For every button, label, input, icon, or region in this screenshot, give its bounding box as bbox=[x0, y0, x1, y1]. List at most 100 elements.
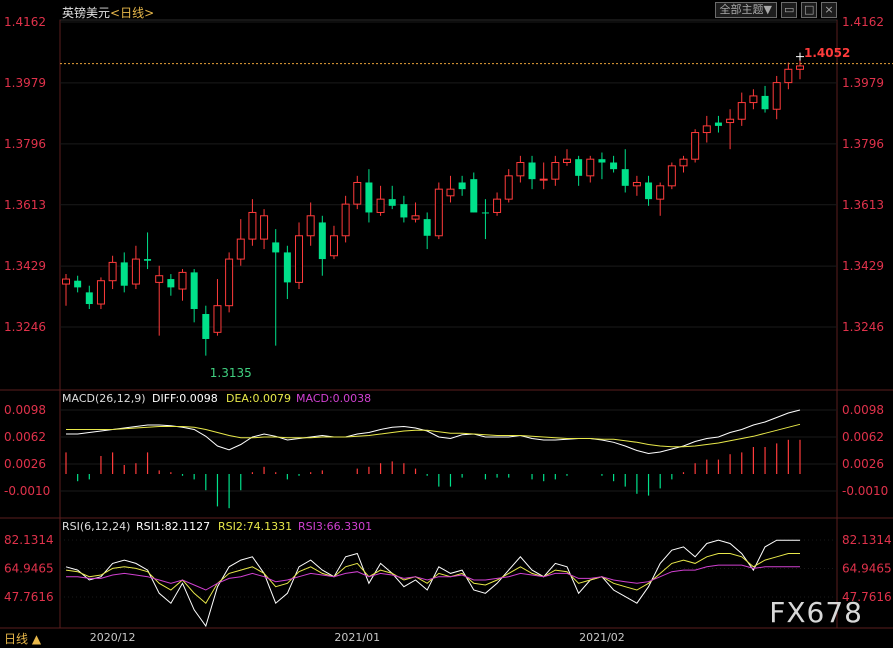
price-tick-label: 1.3246 bbox=[4, 320, 46, 334]
candle[interactable] bbox=[714, 115, 722, 133]
candle[interactable] bbox=[516, 155, 525, 183]
candle[interactable] bbox=[691, 129, 700, 163]
candle[interactable] bbox=[306, 202, 315, 246]
candle[interactable] bbox=[434, 182, 443, 240]
price-tick-label: 1.3613 bbox=[842, 198, 884, 212]
candle[interactable] bbox=[260, 209, 269, 250]
candle[interactable] bbox=[190, 269, 198, 323]
macd-axis-right: 0.0098 0.0062 0.0026 -0.0010 bbox=[842, 403, 888, 498]
macd-macd-value: MACD:0.0038 bbox=[296, 392, 371, 405]
macd-axis-left: 0.0098 0.0062 0.0026 -0.0010 bbox=[4, 403, 50, 498]
candle[interactable] bbox=[621, 149, 629, 193]
candle-body bbox=[575, 159, 583, 176]
candle[interactable] bbox=[202, 305, 210, 356]
candle[interactable] bbox=[702, 115, 711, 143]
candle[interactable] bbox=[586, 155, 595, 183]
candle[interactable] bbox=[726, 109, 735, 150]
chart-canvas[interactable]: 1.4162 1.3979 1.3796 1.3613 1.3429 1.3246 1.4… bbox=[0, 0, 893, 648]
rsi-tick-label: 82.1314 bbox=[842, 533, 892, 547]
rsi-tick-label: 82.1314 bbox=[4, 533, 54, 547]
candle-body bbox=[178, 271, 187, 290]
candle[interactable] bbox=[353, 175, 362, 210]
period-tag[interactable]: 日线 ▲ bbox=[4, 630, 41, 647]
macd-dea-value: DEA:0.0079 bbox=[226, 392, 291, 405]
candle[interactable] bbox=[737, 92, 746, 126]
candle[interactable] bbox=[272, 229, 280, 346]
candle[interactable] bbox=[96, 277, 105, 310]
candle[interactable] bbox=[749, 89, 758, 110]
candle-body bbox=[353, 181, 362, 205]
price-tick-label: 1.3429 bbox=[4, 259, 46, 273]
candle[interactable] bbox=[295, 222, 304, 290]
rsi1-line bbox=[65, 539, 800, 628]
candle[interactable] bbox=[784, 62, 793, 90]
candle[interactable] bbox=[74, 275, 82, 293]
candle[interactable] bbox=[178, 269, 187, 301]
candle[interactable] bbox=[120, 252, 128, 293]
candle[interactable] bbox=[411, 202, 420, 223]
candle[interactable] bbox=[667, 162, 676, 190]
candle[interactable] bbox=[562, 149, 571, 166]
candle[interactable] bbox=[400, 195, 408, 223]
rsi-tick-label: 47.7616 bbox=[4, 590, 54, 604]
candle[interactable] bbox=[645, 175, 653, 206]
candle[interactable] bbox=[108, 255, 117, 290]
candle[interactable] bbox=[318, 215, 326, 276]
candle[interactable] bbox=[458, 175, 466, 196]
time-axis-label: 2020/12 bbox=[90, 631, 136, 644]
candle[interactable] bbox=[423, 212, 431, 250]
candle[interactable] bbox=[772, 75, 781, 120]
candle[interactable] bbox=[656, 182, 665, 216]
candle[interactable] bbox=[155, 265, 164, 336]
candle[interactable] bbox=[131, 245, 140, 290]
candle[interactable] bbox=[761, 85, 769, 113]
candle[interactable] bbox=[283, 245, 291, 300]
price-grid bbox=[60, 21, 837, 328]
candle[interactable] bbox=[167, 274, 175, 296]
candle[interactable] bbox=[610, 155, 618, 173]
candle-body bbox=[551, 162, 560, 180]
candlestick-series[interactable] bbox=[62, 58, 804, 356]
rsi-axis-left: 82.1314 64.9465 47.7616 bbox=[4, 533, 54, 604]
candle[interactable] bbox=[365, 169, 373, 223]
candle-body bbox=[74, 280, 82, 288]
macd-grid bbox=[60, 409, 837, 492]
candle[interactable] bbox=[248, 199, 257, 246]
candle[interactable] bbox=[341, 195, 350, 243]
candle[interactable] bbox=[236, 219, 245, 266]
candle[interactable] bbox=[551, 155, 560, 186]
candle-body bbox=[388, 199, 396, 206]
candle[interactable] bbox=[388, 185, 396, 210]
candle[interactable] bbox=[62, 274, 70, 306]
candle[interactable] bbox=[528, 155, 536, 190]
macd-tick-label: 0.0098 bbox=[4, 403, 46, 417]
candle-body bbox=[598, 159, 606, 163]
candle-body bbox=[749, 95, 758, 104]
candle-body bbox=[306, 215, 315, 237]
candle[interactable] bbox=[575, 155, 583, 186]
candle[interactable] bbox=[225, 252, 234, 313]
high-price-label: 1.4052 bbox=[804, 46, 850, 60]
candle[interactable] bbox=[85, 285, 93, 310]
candle[interactable] bbox=[493, 192, 502, 216]
candle[interactable] bbox=[504, 169, 513, 203]
candle-body bbox=[586, 158, 595, 177]
candle[interactable] bbox=[598, 152, 606, 180]
candle-body bbox=[365, 182, 373, 213]
candle[interactable] bbox=[796, 58, 804, 80]
candle[interactable] bbox=[470, 172, 478, 213]
rsi1-value: RSI1:82.1127 bbox=[136, 520, 210, 533]
price-axis-left: 1.4162 1.3979 1.3796 1.3613 1.3429 1.3246 bbox=[4, 15, 46, 334]
candle[interactable] bbox=[329, 225, 338, 260]
candle[interactable] bbox=[539, 162, 548, 190]
candle-body bbox=[295, 235, 304, 283]
rsi-axis-right: 82.131464.946547.7616 bbox=[842, 533, 892, 604]
rsi-tick-label: 64.9465 bbox=[842, 562, 892, 576]
candle[interactable] bbox=[679, 155, 688, 173]
price-tick-label: 1.4162 bbox=[4, 15, 46, 29]
candle[interactable] bbox=[144, 232, 152, 270]
candle[interactable] bbox=[213, 279, 222, 336]
candle[interactable] bbox=[446, 175, 455, 203]
candle[interactable] bbox=[376, 185, 385, 216]
candle[interactable] bbox=[632, 175, 641, 196]
